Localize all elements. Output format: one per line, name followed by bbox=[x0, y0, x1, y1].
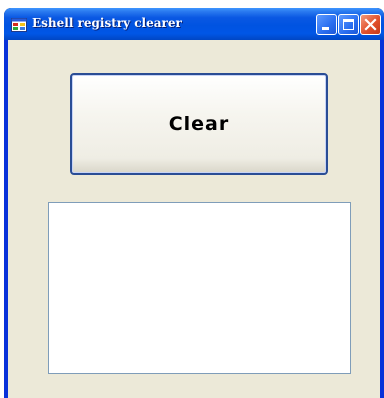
close-button[interactable] bbox=[360, 14, 381, 35]
clear-button-label: Clear bbox=[168, 113, 230, 135]
window-right-border bbox=[380, 40, 384, 398]
close-icon bbox=[364, 18, 377, 31]
minimize-button[interactable] bbox=[316, 14, 337, 35]
maximize-button[interactable] bbox=[338, 14, 359, 35]
minimize-icon bbox=[322, 27, 329, 30]
app-window-icon[interactable] bbox=[11, 17, 27, 32]
title-bar[interactable]: Eshell registry clearer bbox=[4, 8, 384, 40]
window-title: Eshell registry clearer bbox=[32, 16, 182, 30]
app-window: Eshell registry clearer Clear bbox=[4, 8, 384, 398]
maximize-icon bbox=[343, 19, 354, 30]
output-textbox[interactable] bbox=[48, 202, 351, 374]
clear-button[interactable]: Clear bbox=[70, 73, 328, 175]
form-client-area: Clear bbox=[8, 40, 380, 398]
